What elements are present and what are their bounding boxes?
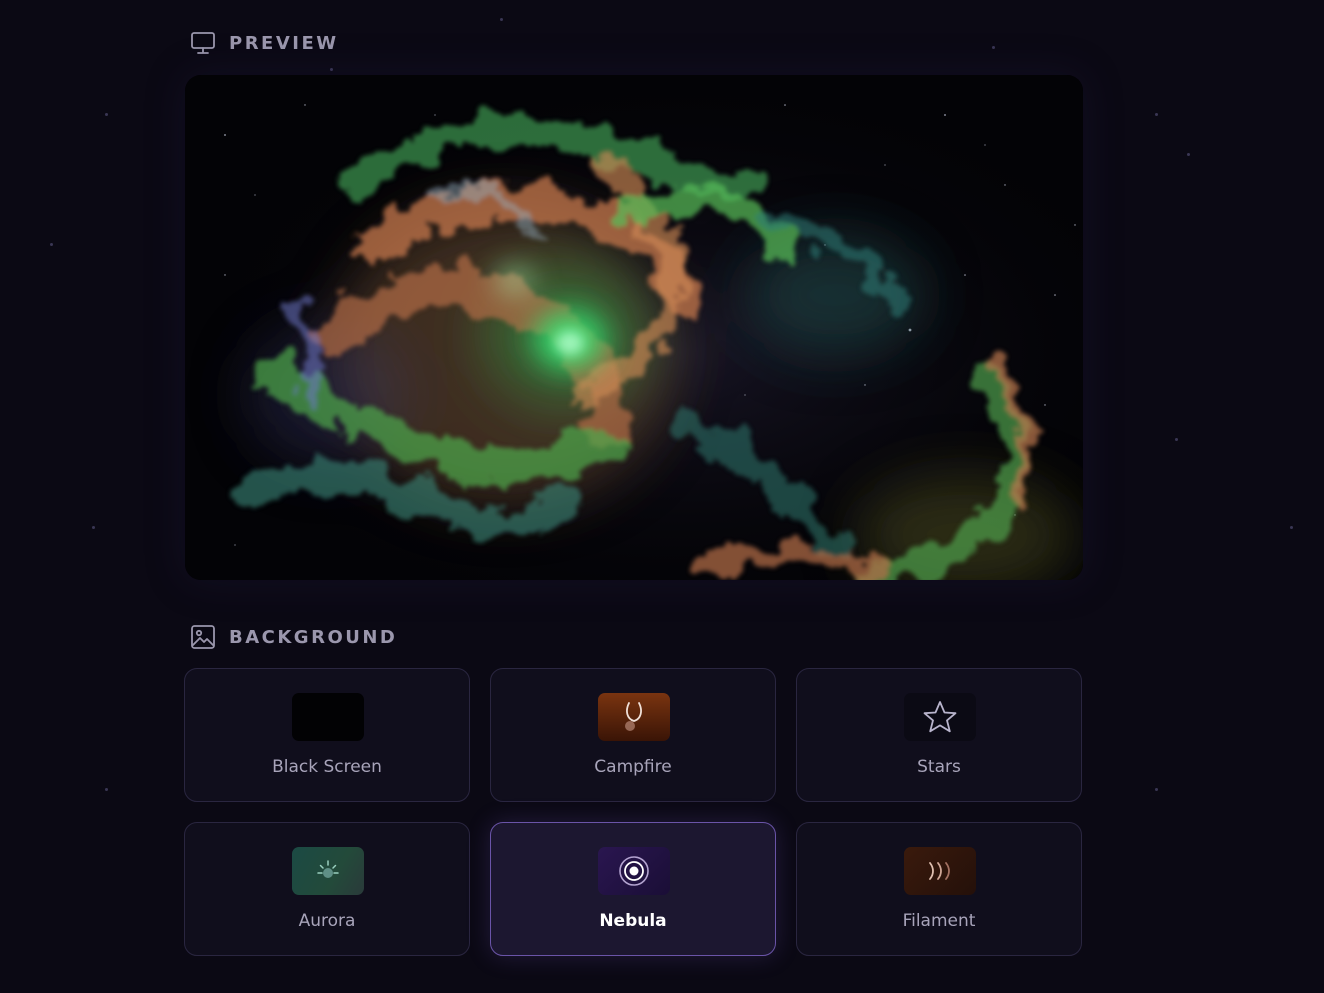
bg-star — [1290, 526, 1293, 529]
background-option-aurora[interactable]: Aurora — [184, 822, 470, 956]
bg-star — [50, 243, 53, 246]
aurora-icon — [292, 847, 364, 895]
option-label: Stars — [917, 757, 961, 777]
bg-star — [105, 113, 108, 116]
option-label: Campfire — [594, 757, 672, 777]
option-label: Nebula — [599, 911, 667, 931]
bg-star — [330, 68, 333, 71]
campfire-icon — [598, 693, 670, 741]
bg-star — [1175, 438, 1178, 441]
nebula-icon — [598, 847, 670, 895]
preview-image — [185, 75, 1083, 580]
background-option-campfire[interactable]: Campfire — [490, 668, 776, 802]
background-title: BACKGROUND — [229, 626, 398, 648]
background-option-black-screen[interactable]: Black Screen — [184, 668, 470, 802]
bg-star — [1155, 788, 1158, 791]
background-heading: BACKGROUND — [190, 624, 397, 650]
bg-star — [1187, 153, 1190, 156]
preview-title: PREVIEW — [229, 32, 339, 54]
star-icon — [904, 693, 976, 741]
black-swatch-icon — [292, 693, 364, 741]
background-option-stars[interactable]: Stars — [796, 668, 1082, 802]
image-icon — [190, 624, 216, 650]
bg-star — [992, 46, 995, 49]
preview-heading: PREVIEW — [190, 31, 339, 55]
monitor-icon — [190, 31, 216, 55]
bg-star — [500, 18, 503, 21]
bg-star — [92, 526, 95, 529]
filament-icon — [904, 847, 976, 895]
option-label: Filament — [902, 911, 976, 931]
bg-star — [1155, 113, 1158, 116]
option-label: Aurora — [298, 911, 356, 931]
bg-star — [105, 788, 108, 791]
background-option-nebula[interactable]: Nebula — [490, 822, 776, 956]
option-label: Black Screen — [272, 757, 382, 777]
background-settings-panel: PREVIEW BACKGROUND Black Screen Campfire… — [0, 0, 1324, 993]
background-option-filament[interactable]: Filament — [796, 822, 1082, 956]
